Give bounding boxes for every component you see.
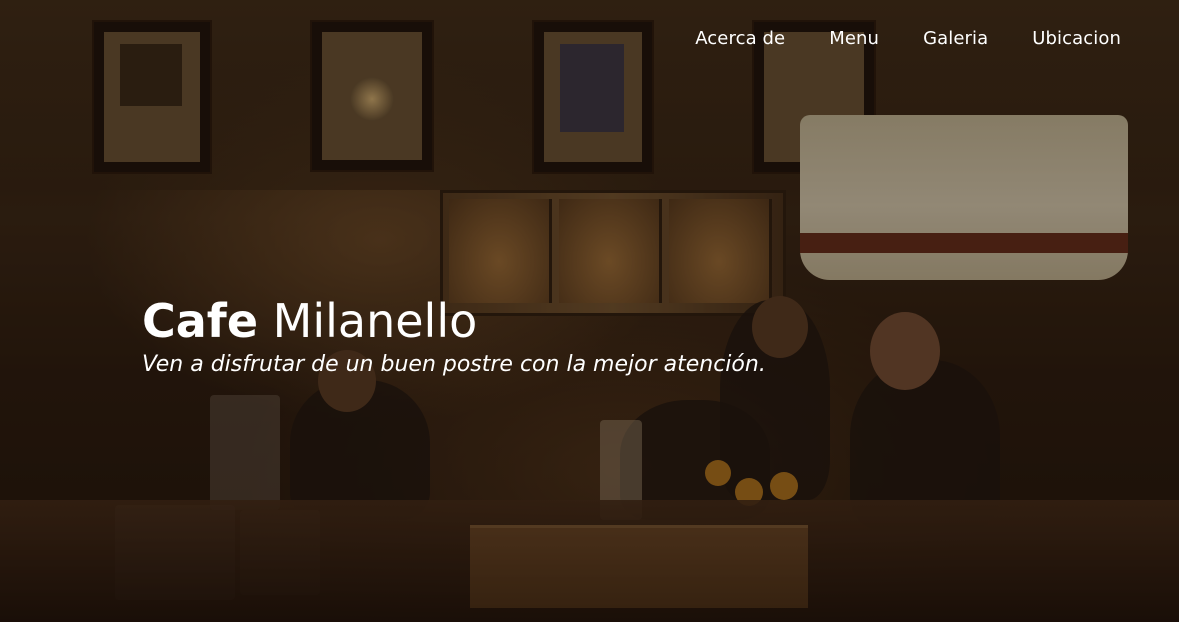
hero-subtitle: Ven a disfrutar de un buen postre con la… — [142, 352, 766, 377]
nav-link-acerca-de[interactable]: Acerca de — [695, 28, 785, 49]
hero-title-light: Milanello — [272, 294, 478, 348]
hero-text: Cafe Milanello Ven a disfrutar de un bue… — [142, 292, 766, 377]
hero-section: Acerca de Menu Galeria Ubicacion Cafe Mi… — [0, 0, 1179, 622]
nav-link-menu[interactable]: Menu — [829, 28, 879, 49]
hero-title-bold: Cafe — [142, 294, 259, 348]
nav-link-ubicacion[interactable]: Ubicacion — [1032, 28, 1121, 49]
nav-link-galeria[interactable]: Galeria — [923, 28, 988, 49]
main-nav: Acerca de Menu Galeria Ubicacion — [695, 28, 1121, 49]
hero-title: Cafe Milanello — [142, 292, 766, 350]
